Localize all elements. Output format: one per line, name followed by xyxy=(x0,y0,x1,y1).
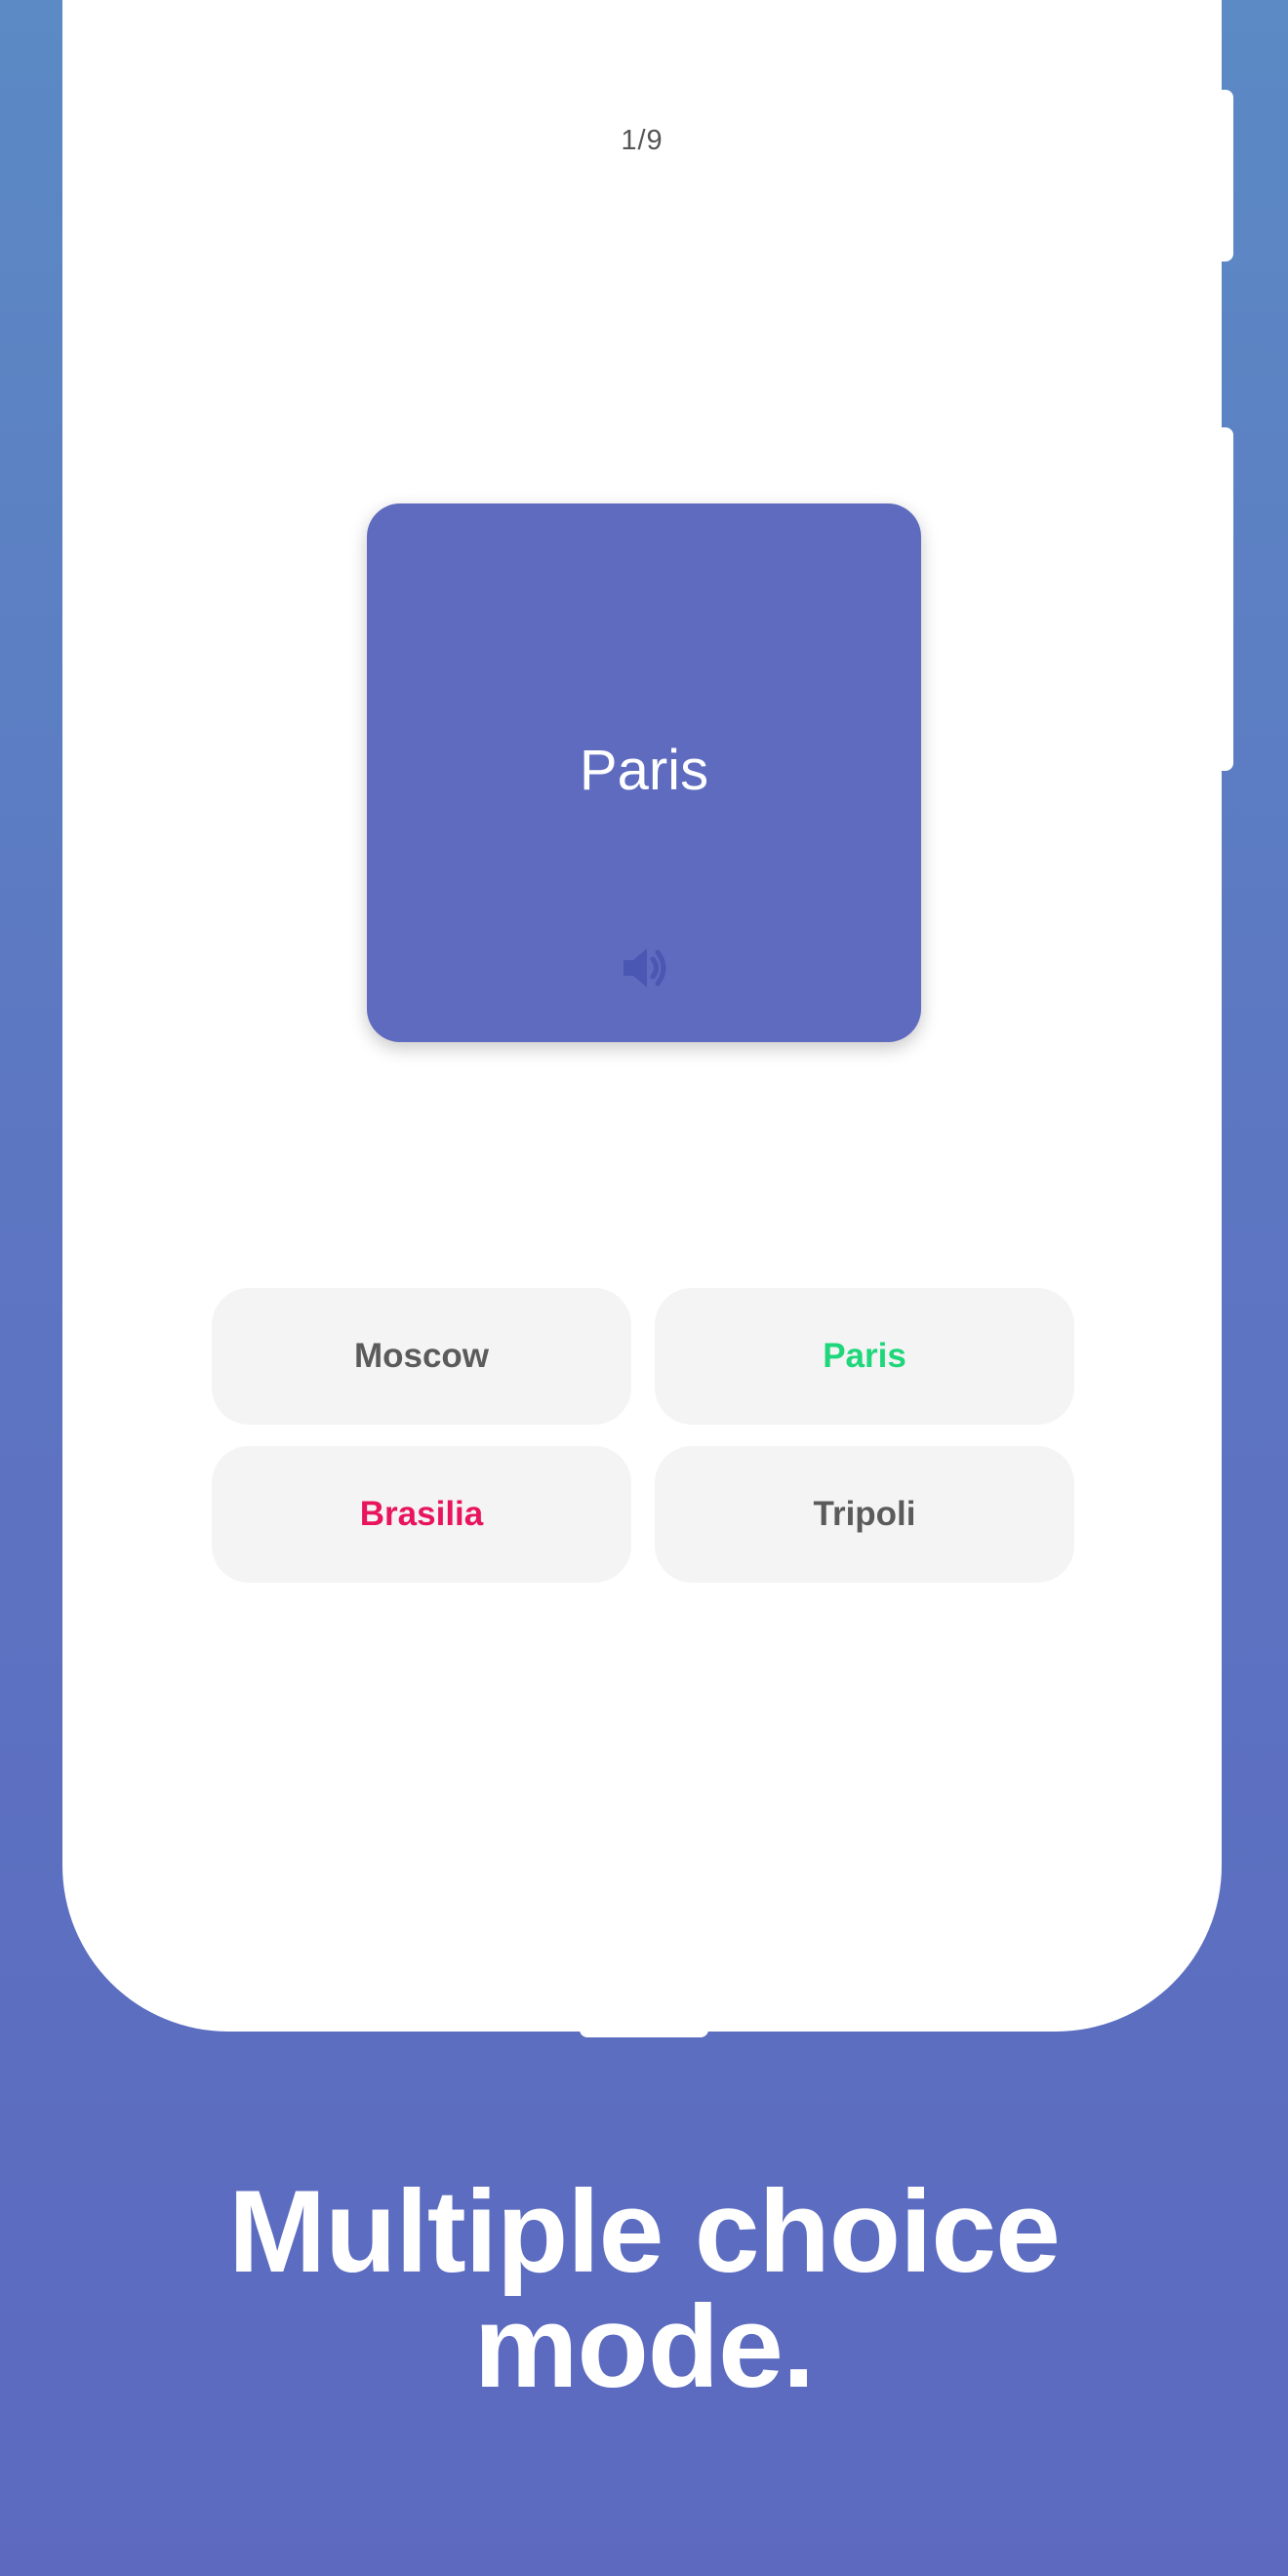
progress-counter: 1/9 xyxy=(621,125,664,156)
card-term: Paris xyxy=(579,739,709,802)
choice-tripoli-button[interactable]: Tripoli xyxy=(655,1446,1074,1583)
promo-headline: Multiple choice mode. xyxy=(0,2166,1288,2412)
headline-line-2: mode. xyxy=(473,2281,815,2412)
choice-moscow-button[interactable]: Moscow xyxy=(212,1288,631,1425)
speaker-icon[interactable] xyxy=(620,943,670,993)
flashcard[interactable]: Paris xyxy=(367,503,921,1042)
phone-screen: 1/9 Paris Moscow Paris Brasilia Tripoli xyxy=(62,0,1222,2032)
answer-choices: Moscow Paris Brasilia Tripoli xyxy=(212,1288,1076,1583)
headline-line-1: Multiple choice xyxy=(228,2166,1061,2297)
choice-paris-button[interactable]: Paris xyxy=(655,1288,1074,1425)
home-indicator xyxy=(580,2028,708,2037)
choice-brasilia-button[interactable]: Brasilia xyxy=(212,1446,631,1583)
